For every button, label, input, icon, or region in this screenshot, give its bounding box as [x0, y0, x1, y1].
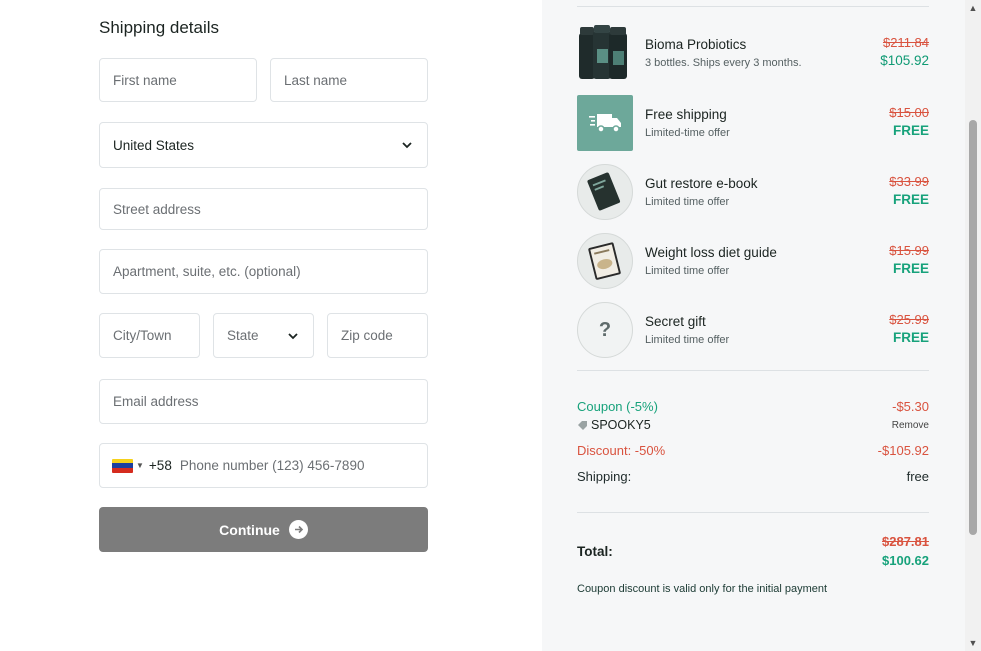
- last-name-input[interactable]: [271, 59, 427, 101]
- order-item: Weight loss diet guide Limited time offe…: [577, 233, 929, 289]
- scroll-down-arrow-icon[interactable]: ▼: [965, 635, 981, 651]
- first-name-input[interactable]: [100, 59, 256, 101]
- question-mark-icon: ?: [577, 302, 633, 358]
- item-new-price: FREE: [892, 330, 929, 345]
- item-old-price: $25.99: [889, 312, 929, 327]
- delivery-truck-icon: [577, 95, 633, 151]
- scrollbar-thumb[interactable]: [969, 120, 977, 535]
- state-value: State: [227, 328, 259, 343]
- shipping-form-panel: Shipping details United States State ▼ +…: [0, 0, 542, 651]
- item-subtitle: 3 bottles. Ships every 3 months.: [645, 57, 802, 69]
- phone-country-code: +58: [148, 458, 172, 473]
- continue-button[interactable]: Continue: [99, 507, 428, 552]
- first-name-field[interactable]: [99, 58, 257, 102]
- shipping-value: free: [906, 469, 929, 484]
- discount-row: Discount: -50% -$105.92: [577, 443, 929, 461]
- divider: [577, 370, 929, 371]
- caret-down-icon[interactable]: ▼: [136, 461, 144, 470]
- zip-field[interactable]: [327, 313, 428, 358]
- diet-guide-image: [577, 233, 633, 289]
- scrollbar[interactable]: ▲ ▼: [965, 0, 981, 651]
- item-name: Gut restore e-book: [645, 176, 758, 191]
- remove-coupon-link[interactable]: Remove: [892, 420, 929, 431]
- order-item: Bioma Probiotics 3 bottles. Ships every …: [577, 25, 929, 81]
- item-subtitle: Limited time offer: [645, 196, 730, 208]
- item-name: Weight loss diet guide: [645, 245, 777, 260]
- country-select[interactable]: United States: [99, 122, 428, 168]
- zip-input[interactable]: [328, 314, 427, 357]
- total-old-price: $287.81: [882, 534, 929, 549]
- coupon-code-text: SPOOKY5: [591, 418, 651, 432]
- item-name: Bioma Probiotics: [645, 37, 747, 52]
- item-subtitle: Limited-time offer: [645, 127, 730, 139]
- item-name: Secret gift: [645, 314, 706, 329]
- coupon-note: Coupon discount is valid only for the in…: [577, 583, 828, 595]
- city-input[interactable]: [100, 314, 199, 357]
- continue-label: Continue: [219, 521, 280, 538]
- coupon-label: Coupon (-5%): [577, 399, 658, 414]
- chevron-down-icon: [288, 332, 298, 339]
- item-old-price: $15.00: [889, 105, 929, 120]
- street-address-input[interactable]: [100, 189, 427, 229]
- item-old-price: $33.99: [889, 174, 929, 189]
- coupon-amount: -$5.30: [892, 399, 929, 414]
- total-label: Total:: [577, 544, 613, 559]
- coupon-code-row: SPOOKY5 Remove: [577, 418, 929, 434]
- total-row: Total: $287.81 $100.62: [577, 534, 929, 574]
- divider: [577, 6, 929, 7]
- page-title: Shipping details: [99, 18, 220, 37]
- shipping-row: Shipping: free: [577, 469, 929, 487]
- discount-label: Discount: -50%: [577, 443, 666, 458]
- country-value: United States: [113, 137, 195, 153]
- chevron-down-icon: [402, 142, 412, 149]
- probiotics-bottles-image: [577, 25, 633, 81]
- scroll-up-arrow-icon[interactable]: ▲: [965, 0, 981, 16]
- coupon-code: SPOOKY5: [577, 418, 651, 432]
- state-select[interactable]: State: [213, 313, 314, 358]
- item-subtitle: Limited time offer: [645, 265, 730, 277]
- item-new-price: FREE: [892, 192, 929, 207]
- apartment-field[interactable]: [99, 249, 428, 294]
- order-item: ? Secret gift Limited time offer $25.99 …: [577, 302, 929, 358]
- phone-input[interactable]: [179, 444, 427, 487]
- order-item: Free shipping Limited-time offer $15.00 …: [577, 95, 929, 151]
- apartment-input[interactable]: [100, 250, 427, 293]
- item-new-price: FREE: [892, 123, 929, 138]
- order-summary-panel: Bioma Probiotics 3 bottles. Ships every …: [542, 0, 965, 651]
- item-old-price: $211.84: [882, 35, 929, 50]
- last-name-field[interactable]: [270, 58, 428, 102]
- total-new-price: $100.62: [882, 553, 929, 568]
- email-field[interactable]: [99, 379, 428, 424]
- street-address-field[interactable]: [99, 188, 428, 230]
- item-name: Free shipping: [645, 107, 727, 122]
- item-new-price: FREE: [892, 261, 929, 276]
- arrow-right-icon: [288, 520, 308, 539]
- phone-field[interactable]: ▼ +58: [99, 443, 428, 488]
- city-field[interactable]: [99, 313, 200, 358]
- tag-icon: [578, 420, 587, 430]
- coupon-row: Coupon (-5%) -$5.30: [577, 399, 929, 417]
- item-old-price: $15.99: [889, 243, 929, 258]
- ebook-image: [577, 164, 633, 220]
- order-item: Gut restore e-book Limited time offer $3…: [577, 164, 929, 220]
- venezuela-flag-icon[interactable]: [112, 458, 133, 473]
- discount-amount: -$105.92: [877, 443, 929, 458]
- item-subtitle: Limited time offer: [645, 334, 730, 346]
- item-new-price: $105.92: [880, 53, 929, 68]
- email-input[interactable]: [100, 380, 427, 423]
- divider: [577, 512, 929, 513]
- shipping-label: Shipping:: [577, 469, 632, 484]
